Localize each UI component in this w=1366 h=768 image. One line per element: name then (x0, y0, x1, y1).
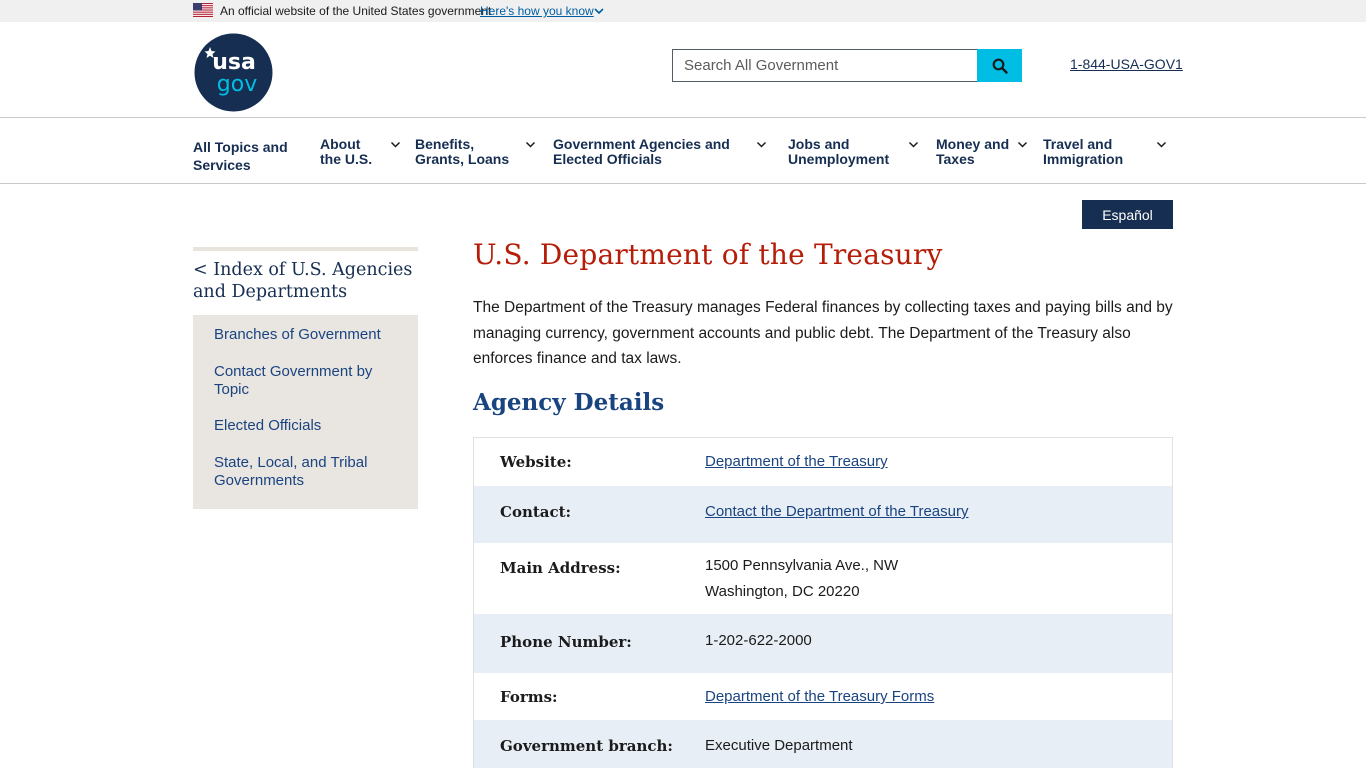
how-you-know-link[interactable]: Here's how you know (480, 4, 594, 18)
us-flag-icon (193, 3, 213, 17)
chevron-down-icon[interactable] (908, 139, 919, 150)
usagov-logo[interactable]: usa gov (194, 33, 273, 112)
nav-label-line: Travel and (1043, 136, 1113, 152)
svg-text:gov: gov (217, 72, 257, 97)
sidebar-divider (193, 247, 418, 251)
website-link[interactable]: Department of the Treasury (705, 449, 888, 475)
nav-label-line: Taxes (936, 151, 975, 167)
espanol-button[interactable]: Español (1082, 200, 1173, 229)
detail-row-branch: Government branch: Executive Department (474, 720, 1172, 768)
sidebar-item-branches[interactable]: Branches of Government (214, 326, 404, 344)
chevron-down-icon[interactable] (756, 139, 767, 150)
address-line: Washington, DC 20220 (705, 583, 860, 600)
detail-row-forms: Forms: Department of the Treasury Forms (474, 673, 1172, 720)
detail-row-contact: Contact: Contact the Department of the T… (474, 486, 1172, 543)
chevron-down-icon[interactable] (390, 139, 401, 150)
main-nav: All Topics and Services About the U.S. B… (0, 117, 1366, 184)
agency-description: The Department of the Treasury manages F… (473, 299, 1173, 367)
nav-label-line: Grants, Loans (415, 151, 510, 167)
contact-link[interactable]: Contact the Department of the Treasury (705, 499, 968, 525)
detail-row-address: Main Address: 1500 Pennsylvania Ave., NW… (474, 543, 1172, 614)
detail-label: Forms: (500, 688, 558, 706)
search-button[interactable] (977, 49, 1022, 82)
nav-label-line: Elected Officials (553, 151, 662, 167)
phone-link[interactable]: 1-844-USA-GOV1 (1070, 56, 1183, 72)
sidebar-item-contact-by-topic[interactable]: Contact Government by Topic (214, 363, 404, 399)
forms-link[interactable]: Department of the Treasury Forms (705, 684, 934, 710)
gov-banner: An official website of the United States… (0, 0, 1366, 22)
chevron-down-icon[interactable] (525, 139, 536, 150)
agency-details-table: Website: Department of the Treasury Cont… (473, 437, 1173, 768)
detail-row-phone: Phone Number: 1-202-622-2000 (474, 614, 1172, 673)
detail-label: Government branch: (500, 737, 673, 755)
nav-item-government-agencies[interactable]: Government Agencies and Elected Official… (553, 137, 730, 167)
nav-item-money-taxes[interactable]: Money and Taxes (936, 137, 1009, 167)
nav-label-line: Unemployment (788, 151, 890, 167)
nav-item-benefits[interactable]: Benefits, Grants, Loans (415, 137, 509, 167)
detail-label: Phone Number: (500, 633, 632, 651)
nav-label-line: About (320, 136, 361, 152)
nav-label-line: the U.S. (320, 151, 373, 167)
nav-item-all-topics[interactable]: All Topics and Services (193, 138, 288, 174)
chevron-down-icon[interactable] (593, 5, 605, 17)
chevron-down-icon[interactable] (1017, 139, 1028, 150)
detail-row-website: Website: Department of the Treasury (474, 438, 1172, 486)
official-website-text: An official website of the United States… (220, 4, 492, 18)
nav-label-line: Services (193, 157, 251, 173)
nav-label-line: Money and (936, 136, 1010, 152)
section-title: Agency Details (473, 389, 665, 416)
nav-item-travel[interactable]: Travel and Immigration (1043, 137, 1123, 167)
sidebar-title-line: and Departments (193, 282, 348, 302)
address-value: 1500 Pennsylvania Ave., NW Washington, D… (705, 553, 898, 605)
chevron-down-icon[interactable] (1156, 139, 1167, 150)
nav-label-line: All Topics and (193, 139, 288, 155)
nav-label-line: Government Agencies and (553, 136, 730, 152)
nav-item-about-us[interactable]: About the U.S. (320, 137, 372, 167)
detail-label: Main Address: (500, 559, 621, 577)
search-input[interactable] (672, 49, 978, 82)
phone-value: 1-202-622-2000 (705, 632, 812, 649)
nav-label-line: Benefits, (415, 136, 475, 152)
nav-label-line: Jobs and (788, 136, 850, 152)
detail-label: Website: (500, 453, 572, 471)
sidebar-back-link[interactable]: < Index of U.S. Agencies and Departments (193, 259, 418, 303)
nav-item-jobs[interactable]: Jobs and Unemployment (788, 137, 889, 167)
page-title: U.S. Department of the Treasury (473, 238, 943, 271)
detail-label: Contact: (500, 503, 572, 521)
branch-value: Executive Department (705, 737, 853, 754)
sidebar-item-state-local-tribal[interactable]: State, Local, and Tribal Governments (214, 454, 404, 490)
sidebar-title-line: < Index of U.S. Agencies (193, 260, 413, 280)
nav-label-line: Immigration (1043, 151, 1124, 167)
address-line: 1500 Pennsylvania Ave., NW (705, 557, 899, 574)
search-icon (992, 58, 1008, 74)
sidebar-item-elected-officials[interactable]: Elected Officials (214, 417, 404, 435)
